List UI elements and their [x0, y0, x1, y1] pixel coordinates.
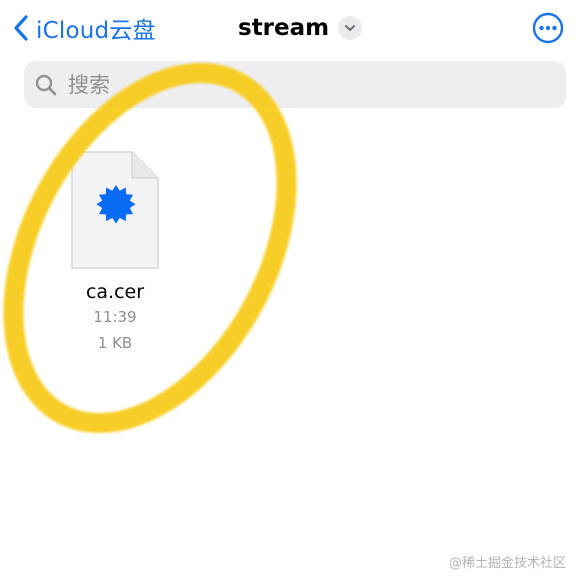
chevron-down-icon — [345, 25, 356, 31]
back-button-label: iCloud云盘 — [36, 18, 156, 44]
file-item[interactable]: ca.cer 11:39 1 KB — [60, 148, 170, 358]
file-size: 1 KB — [97, 334, 133, 352]
search-bar[interactable] — [24, 61, 566, 108]
certificate-file-thumbnail — [71, 151, 159, 269]
file-name: ca.cer — [85, 281, 145, 303]
title-menu-button[interactable] — [338, 16, 363, 40]
watermark: @稀土掘金技术社区 — [448, 556, 566, 571]
back-button[interactable]: iCloud云盘 — [12, 10, 156, 46]
page-title: stream — [238, 15, 330, 41]
more-options-button[interactable] — [532, 12, 564, 44]
search-icon — [35, 74, 57, 95]
ellipsis-circle-icon — [532, 12, 564, 44]
navigation-bar: iCloud云盘 stream — [0, 0, 580, 56]
chevron-left-icon — [14, 15, 28, 41]
search-input[interactable] — [66, 71, 550, 98]
title-group: stream — [238, 10, 363, 46]
file-modified-time: 11:39 — [93, 308, 137, 326]
